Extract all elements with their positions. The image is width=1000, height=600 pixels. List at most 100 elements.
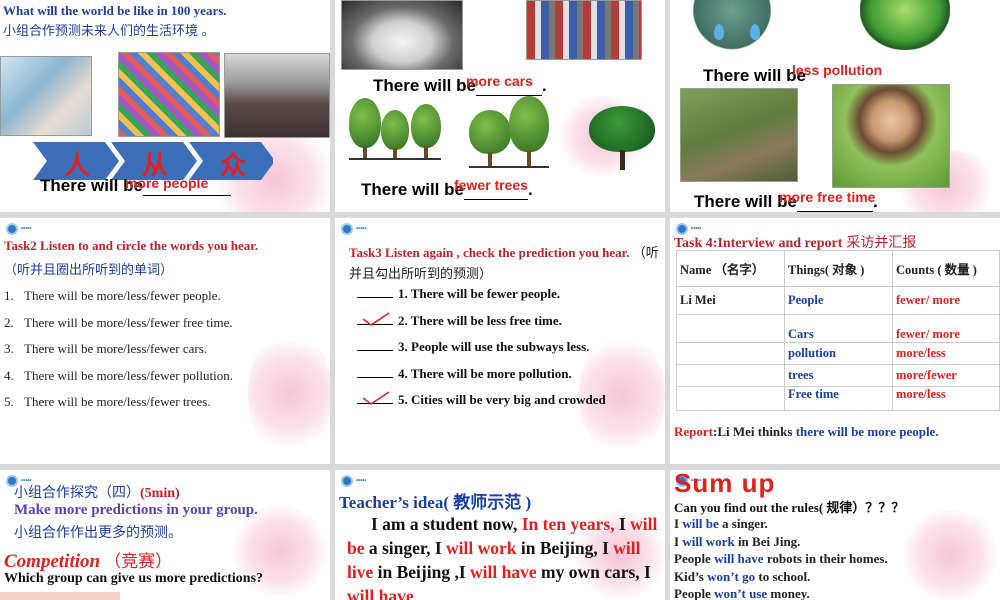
- check-blank[interactable]: [357, 350, 393, 351]
- slide-1[interactable]: What will the world be like in 100 years…: [0, 0, 330, 212]
- answer-text: more people: [124, 175, 209, 191]
- rule-line: People will have robots in their homes.: [674, 550, 888, 568]
- slide-3[interactable]: There will be less pollution There will b…: [670, 0, 1000, 212]
- table-cell: [676, 342, 785, 365]
- check-blank[interactable]: [357, 376, 393, 378]
- checkmark-icon: [362, 391, 390, 405]
- logo-text: •••••: [21, 225, 32, 232]
- item-text: 1. There will be fewer people.: [398, 286, 561, 301]
- rule-line: I will be a singer.: [674, 515, 888, 533]
- rule-subject: People: [674, 551, 715, 566]
- task4-title-text: Task 4:Interview and report: [674, 236, 843, 251]
- task3-title: Task3 Listen again , check the predictio…: [349, 242, 659, 284]
- tree-icon: [469, 110, 511, 168]
- flower-decoration-bottom: [0, 592, 120, 600]
- item-number: 2.: [4, 314, 14, 330]
- task2-list: 1. There will be more/less/fewer people. …: [4, 288, 233, 421]
- logo-icon: [341, 475, 353, 487]
- report-label: Report: [674, 424, 713, 439]
- check-item[interactable]: 1. There will be fewer people.: [357, 286, 606, 313]
- competition-line: Competition （竞赛）: [4, 547, 172, 573]
- rule-verb: will be: [682, 516, 719, 531]
- para-text: in Beijing ,I: [373, 562, 471, 582]
- logo-text: •••••: [356, 225, 367, 232]
- table-cell: [676, 314, 785, 343]
- group-work-instruction-cn: 小组合作作出更多的预测。: [14, 524, 182, 540]
- item-number: 3.: [4, 341, 14, 356]
- item-text: 4. There will be more pollution.: [398, 365, 572, 381]
- rule-rest: in Bei Jing.: [734, 533, 801, 549]
- group-work-cn: 小组合作探究（四）: [14, 484, 140, 500]
- item-text: 5. Cities will be very big and crowded: [398, 392, 606, 407]
- check-item[interactable]: 4. There will be more pollution.: [357, 366, 606, 393]
- item-number: 1.: [4, 288, 14, 303]
- para-text: in Beijing, I: [516, 538, 614, 558]
- check-item[interactable]: 5. Cities will be very big and crowded: [357, 391, 606, 419]
- site-logo: •••••: [341, 223, 367, 235]
- tree-icon: [381, 110, 409, 160]
- rule-subject: Kid’s: [674, 568, 708, 584]
- slide-5[interactable]: ••••• Task3 Listen again , check the pre…: [335, 218, 665, 464]
- answer-blank: more free time: [779, 189, 875, 212]
- table-header: Counts ( 数量 ): [892, 250, 1000, 287]
- slide-6[interactable]: ••••• Task 4:Interview and report 采访并汇报 …: [670, 218, 1000, 464]
- check-blank[interactable]: [357, 297, 393, 298]
- item-text: There will be more/less/fewer cars.: [24, 341, 208, 356]
- interview-table: Name （名字） Things( 对象 ) Counts ( 数量 ) Li …: [676, 250, 1000, 411]
- item-text: There will be more/less/fewer trees.: [24, 394, 211, 409]
- para-highlight: will work: [446, 538, 517, 558]
- tree-icon: [589, 106, 655, 170]
- competition-question: Which group can give us more predictions…: [4, 571, 264, 586]
- slide-8[interactable]: ••••• Teacher’s idea( 教师示范 ) I am a stud…: [335, 470, 665, 600]
- sentence-more-free-time: There will be more free time.: [694, 189, 878, 212]
- item-number: 5.: [4, 394, 14, 409]
- table-header: Things( 对象 ): [784, 250, 893, 287]
- sentence-more-people: There will be more people: [40, 175, 231, 196]
- table-row: Li Mei People fewer/ more: [676, 286, 1000, 315]
- table-row: Cars fewer/ more: [676, 314, 1000, 343]
- tree-icon: [509, 96, 549, 168]
- rule-verb: won’t go: [707, 568, 756, 584]
- check-item[interactable]: 3. People will use the subways less.: [357, 339, 606, 366]
- list-item: 3. There will be more/less/fewer cars.: [4, 341, 233, 368]
- green-earth-photo: [860, 0, 950, 50]
- rule-verb: won’t use: [714, 586, 768, 600]
- slide-7[interactable]: ••••• 小组合作探究（四）(5min) Make more predicti…: [0, 470, 330, 600]
- flower-decoration: [248, 328, 330, 458]
- rule-subject: People: [674, 586, 715, 600]
- answer-text: less pollution: [791, 62, 883, 78]
- slide-4[interactable]: ••••• Task2 Listen to and circle the wor…: [0, 218, 330, 464]
- rule-line: I will work in Bei Jing.: [674, 533, 888, 551]
- competition-label: Competition: [4, 551, 101, 572]
- group-work-title: 小组合作探究（四）(5min): [14, 482, 180, 502]
- slide1-subtitle: 小组合作预测未来人们的生活环境 。: [3, 23, 215, 38]
- rules-list: I will be a singer. I will work in Bei J…: [674, 515, 888, 600]
- rule-rest: money.: [767, 586, 810, 600]
- para-highlight: will have: [470, 562, 537, 582]
- teardrop-icon: [714, 24, 724, 40]
- table-cell: Cars: [784, 314, 893, 343]
- table-cell: [676, 386, 785, 411]
- group-work-time: (5min): [140, 486, 180, 501]
- slide-2[interactable]: There will be more cars. There will be few…: [335, 0, 665, 212]
- list-item: 2. There will be more/less/fewer free tim…: [4, 315, 233, 342]
- table-cell: Li Mei: [676, 286, 785, 315]
- rule-rest: to school.: [755, 568, 811, 584]
- para-text: a singer, I: [364, 538, 447, 558]
- para-text: my own cars, I: [536, 562, 651, 582]
- table-cell: more/less: [892, 386, 1000, 411]
- item-text: There will be more/less/fewer free time.: [24, 314, 233, 330]
- boyband-photo: [0, 56, 92, 136]
- slide-9[interactable]: ••••• Sum up Can you find out the rules(…: [670, 470, 1000, 600]
- logo-icon: [6, 223, 18, 235]
- report-mid: :Li Mei thinks: [713, 424, 796, 439]
- sentence-text: There will be: [703, 66, 806, 85]
- task2-title: Task2 Listen to and circle the words you…: [4, 238, 259, 253]
- sum-up-title: Sum up: [674, 470, 776, 498]
- answer-blank: more people: [125, 175, 231, 196]
- farmer-photo: [680, 88, 798, 182]
- crying-earth-photo: [684, 0, 780, 52]
- check-item[interactable]: 2. There will be less free time.: [357, 311, 606, 340]
- answer-text: fewer trees: [453, 177, 528, 193]
- table-cell: fewer/ more: [892, 314, 1000, 343]
